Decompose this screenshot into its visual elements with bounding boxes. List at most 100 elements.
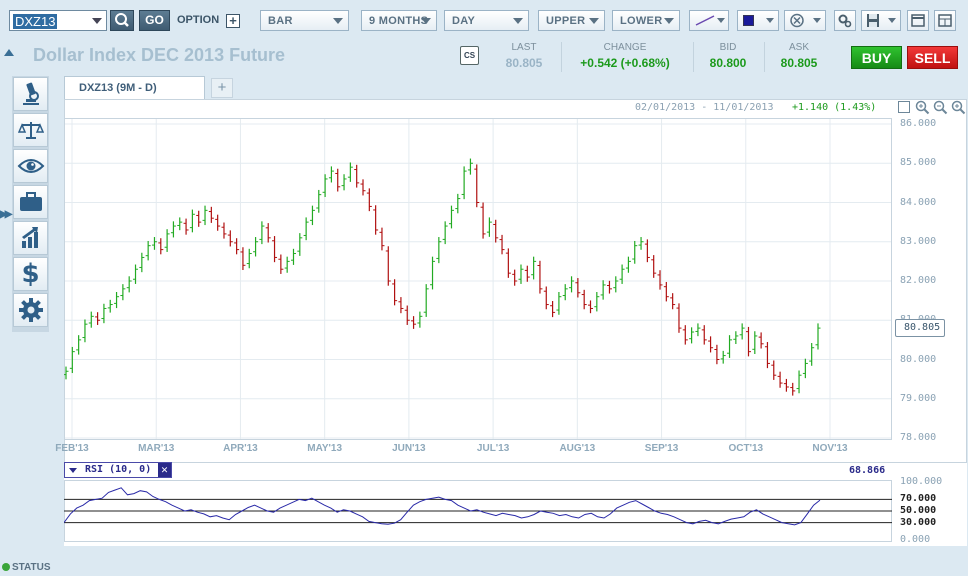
sidebar-item-watch[interactable] — [13, 149, 48, 183]
price-tick-label: 82.000 — [900, 275, 937, 286]
price-bar — [777, 371, 783, 388]
price-bar — [480, 202, 486, 239]
window-button[interactable] — [907, 10, 929, 31]
tools-button[interactable] — [834, 10, 856, 31]
option-plus-icon[interactable]: + — [226, 14, 240, 28]
price-bar — [120, 284, 126, 301]
price-bar — [297, 233, 303, 256]
chevron-down-icon — [421, 18, 431, 24]
price-bar — [430, 256, 436, 290]
chevron-down-icon — [717, 18, 725, 23]
price-bar — [366, 188, 372, 212]
price-bar — [670, 293, 676, 310]
price-bar — [114, 291, 120, 309]
rsi-label-box[interactable]: RSI (10, 0) ✕ — [64, 462, 172, 478]
price-bar — [695, 323, 701, 337]
calendar-button[interactable] — [934, 10, 956, 31]
price-bar — [436, 237, 442, 264]
go-button[interactable]: GO — [139, 10, 170, 31]
sidebar-item-portfolio[interactable] — [13, 185, 48, 219]
symbol-input[interactable]: DXZ13 — [9, 10, 107, 31]
price-bar — [771, 360, 777, 380]
price-bar — [714, 344, 720, 365]
lower-dropdown[interactable]: LOWER — [612, 10, 680, 31]
sidebar-item-research[interactable] — [13, 77, 48, 111]
clear-circle-icon — [790, 13, 804, 28]
price-bar — [562, 284, 568, 301]
price-chart[interactable] — [64, 118, 892, 440]
price-bar — [499, 234, 505, 255]
price-bar — [727, 335, 733, 358]
range-value: 9 MONTHS — [369, 15, 429, 27]
sidebar-item-compare[interactable] — [13, 113, 48, 147]
last-label: LAST — [511, 42, 537, 53]
tab-chart[interactable]: DXZ13 (9M - D) — [64, 76, 205, 100]
upper-dropdown[interactable]: UPPER — [538, 10, 605, 31]
search-button[interactable] — [110, 10, 134, 31]
time-tick-label: MAY'13 — [307, 443, 343, 454]
price-bar — [448, 205, 454, 229]
remove-drawing-dropdown[interactable] — [784, 10, 826, 31]
draw-line-dropdown[interactable] — [689, 10, 729, 31]
price-bar — [442, 221, 448, 245]
status-label[interactable]: STATUS — [12, 562, 51, 573]
price-bar — [505, 248, 511, 278]
price-bar — [613, 276, 619, 293]
price-bar — [158, 238, 164, 255]
price-bar — [689, 327, 695, 344]
chevron-down-icon — [766, 18, 774, 23]
save-icon — [867, 14, 879, 27]
time-tick-label: APR'13 — [223, 443, 258, 454]
chevron-down-icon — [813, 18, 821, 23]
price-bar — [95, 312, 101, 325]
price-bar — [259, 221, 265, 245]
collapse-arrow-icon[interactable] — [4, 49, 14, 56]
rsi-line — [64, 487, 821, 526]
chart-type-dropdown[interactable]: BAR — [260, 10, 349, 31]
rsi-value: 68.866 — [849, 465, 886, 476]
last-value: 80.805 — [505, 56, 543, 70]
price-bar — [524, 265, 530, 282]
price-bar — [455, 193, 461, 214]
zoom-reset-icon[interactable] — [898, 101, 910, 113]
time-tick-label: AUG'13 — [559, 443, 596, 454]
close-icon[interactable]: ✕ — [158, 463, 171, 477]
rsi-tick-label: 0.000 — [900, 534, 931, 545]
cs-button[interactable]: CS — [460, 46, 479, 65]
range-dropdown[interactable]: 9 MONTHS — [361, 10, 437, 31]
price-bar — [790, 382, 796, 396]
color-picker-dropdown[interactable] — [737, 10, 779, 31]
save-dropdown[interactable] — [861, 10, 901, 31]
zoom-out-icon[interactable] — [933, 100, 948, 115]
sell-button[interactable]: SELL — [907, 46, 958, 69]
zoom-in-icon[interactable] — [915, 100, 930, 115]
price-tick-label: 83.000 — [900, 235, 937, 247]
quote-change: CHANGE +0.542 (+0.68%) — [563, 42, 687, 70]
expand-panel-icon[interactable]: ▶▶ — [0, 209, 13, 220]
upper-value: UPPER — [546, 15, 586, 27]
price-bar — [486, 217, 492, 237]
ask-label: ASK — [788, 42, 809, 53]
time-tick-label: OCT'13 — [728, 443, 764, 454]
sidebar-item-settings[interactable] — [13, 293, 48, 327]
sidebar-item-performance[interactable] — [13, 221, 48, 255]
buy-button[interactable]: BUY — [851, 46, 902, 69]
sidebar-item-trading[interactable]: $ — [13, 257, 48, 291]
chevron-down-icon[interactable] — [92, 18, 102, 24]
price-bar — [733, 331, 739, 344]
price-bar — [379, 227, 385, 251]
zoom-fit-icon[interactable] — [951, 100, 966, 115]
time-tick-label: JUN'13 — [392, 443, 426, 454]
price-bar — [385, 246, 391, 286]
price-bar — [272, 236, 278, 263]
price-bar — [240, 247, 246, 271]
page-title: Dollar Index DEC 2013 Future — [33, 45, 286, 65]
chart-type-value: BAR — [268, 15, 293, 27]
interval-dropdown[interactable]: DAY — [444, 10, 529, 31]
price-tick-label: 79.000 — [900, 392, 937, 404]
option-label[interactable]: OPTION — [177, 14, 219, 26]
price-bar — [341, 174, 347, 191]
price-bar — [423, 284, 429, 317]
add-tab-button[interactable]: + — [211, 78, 233, 98]
price-bar — [139, 252, 145, 273]
